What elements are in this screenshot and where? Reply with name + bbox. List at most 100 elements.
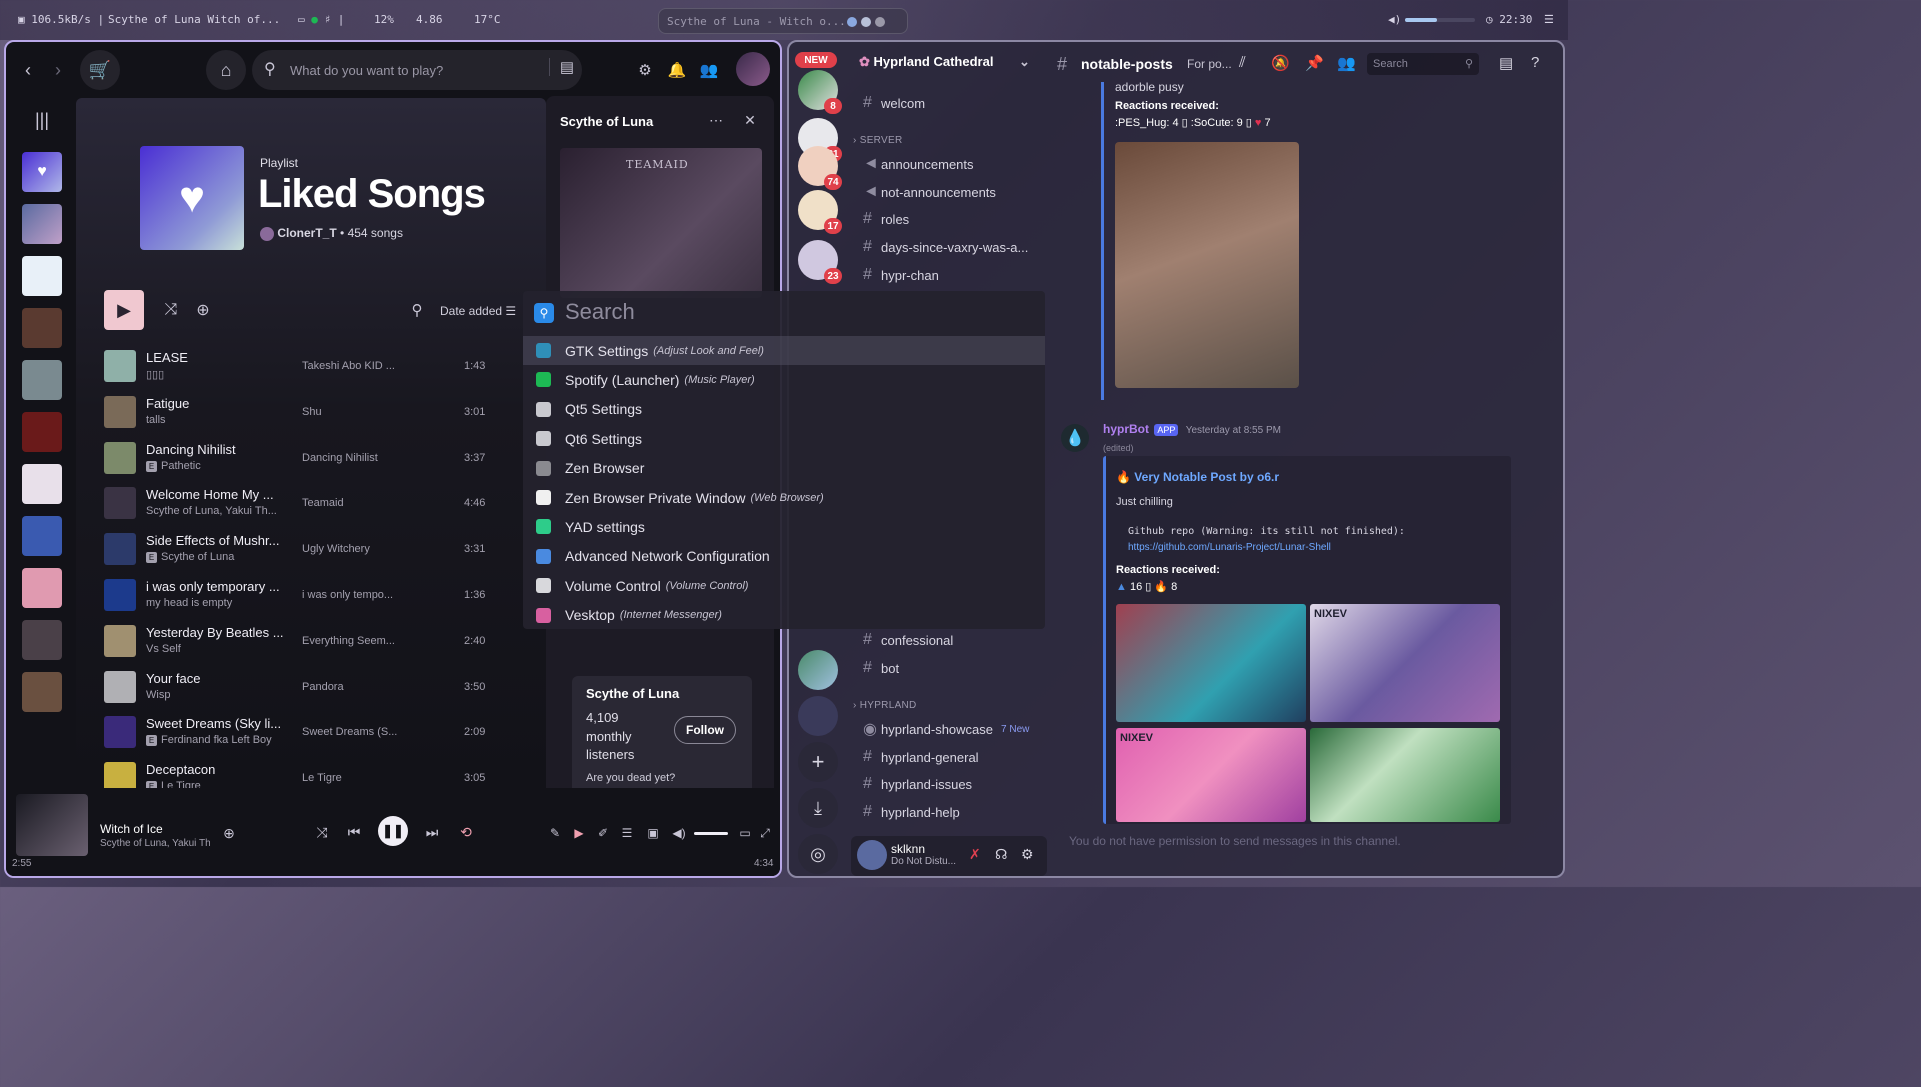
follow-button[interactable]: Follow (674, 716, 736, 744)
launcher-search-input[interactable]: Search (565, 299, 1035, 325)
menu-icon[interactable]: ☰ (1544, 13, 1554, 26)
lyrics-icon[interactable]: ✎ (546, 824, 564, 842)
bell-icon[interactable]: 🔔 (666, 58, 688, 82)
channel-confessional[interactable]: # confessional (851, 627, 1041, 653)
track-name[interactable]: Yesterday By Beatles ... (146, 625, 326, 640)
channel-hyprland-showcase[interactable]: ◉ hyprland-showcase 7 New (851, 716, 1041, 742)
tray-icons[interactable]: ▭ ● ♯ | (298, 13, 344, 26)
track-album[interactable]: Shu (302, 406, 322, 418)
search-input[interactable]: ⚲ What do you want to play? ▤ (252, 50, 582, 90)
cat-image[interactable] (1115, 142, 1299, 388)
server-icon[interactable] (798, 650, 838, 690)
notifications-muted-icon[interactable]: 🔕 (1271, 54, 1290, 72)
download-icon[interactable]: ⊕ (192, 298, 214, 322)
track-row[interactable]: LEASE ▯▯▯ Takeshi Abo KID ... 1:43 (104, 344, 544, 388)
track-row[interactable]: Dancing Nihilist E Pathetic Dancing Nihilis… (104, 436, 544, 480)
devices-icon[interactable]: ▣ (644, 824, 662, 842)
inbox-icon[interactable]: ▤ (1499, 54, 1513, 72)
track-artist[interactable]: Wisp (146, 689, 326, 701)
track-name[interactable]: Welcome Home My ... (146, 487, 326, 502)
track-artist[interactable]: talls (146, 414, 326, 426)
channel-not-announcements[interactable]: ◄ not-announcements (851, 179, 1041, 205)
track-title[interactable]: Witch of Ice (100, 822, 163, 836)
search-icon[interactable]: ⚲ (406, 298, 428, 322)
track-artist[interactable]: Scythe of Luna, Yakui Th (100, 838, 210, 849)
track-artist[interactable]: my head is empty (146, 597, 326, 609)
track-album[interactable]: Sweet Dreams (S... (302, 726, 397, 738)
more-icon[interactable]: ⋯ (706, 110, 726, 130)
track-artist[interactable]: Scythe of Luna, Yakui Th... (146, 505, 326, 517)
track-name[interactable]: Fatigue (146, 396, 326, 411)
next-icon[interactable]: ⏭ (422, 822, 442, 842)
embed-title[interactable]: 🔥 Very Notable Post by o6.r (1116, 470, 1279, 484)
track-row[interactable]: Side Effects of Mushr... E Scythe of Luna U… (104, 527, 544, 571)
category-hyprland[interactable]: › HYPRLAND (853, 700, 917, 711)
chevron-down-icon[interactable]: ⌄ (1019, 54, 1030, 70)
channel-topic[interactable]: For po... (1187, 57, 1232, 71)
track-name[interactable]: i was only temporary ... (146, 579, 326, 594)
category-server[interactable]: › SERVER (853, 135, 902, 146)
sidebar-item-playlist[interactable] (22, 256, 62, 296)
launcher-item[interactable]: GTK Settings (Adjust Look and Feel) (523, 336, 1045, 365)
sidebar-item-playlist[interactable] (22, 620, 62, 660)
members-icon[interactable]: 👥 (1337, 54, 1356, 72)
track-row[interactable]: Welcome Home My ... Scythe of Luna, Yakui… (104, 481, 544, 525)
track-artist[interactable]: E Scythe of Luna (146, 551, 326, 564)
channel-hyprland-help[interactable]: # hyprland-help (851, 799, 1041, 825)
repo-link[interactable]: https://github.com/Lunaris-Project/Lunar… (1128, 542, 1331, 553)
screenshot-thumb[interactable] (1310, 728, 1500, 822)
workspace-dot[interactable] (847, 17, 857, 27)
workspace-dot[interactable] (875, 17, 885, 27)
pin-icon[interactable]: 📌 (1305, 54, 1324, 72)
channel-roles[interactable]: # roles (851, 206, 1041, 232)
volume-icon[interactable]: ◀) (1388, 13, 1401, 26)
threads-icon[interactable]: ⫽ (1239, 54, 1246, 71)
headset-icon[interactable]: ☊ (995, 846, 1007, 863)
sidebar-item-playlist[interactable] (22, 308, 62, 348)
screenshot-thumb[interactable]: NIXEV (1310, 604, 1500, 722)
avatar[interactable] (857, 840, 887, 870)
miniplayer-icon[interactable]: ▭ (736, 824, 754, 842)
launcher-item[interactable]: YAD settings (523, 512, 1045, 541)
back-arrow-icon[interactable]: ‹ (18, 58, 38, 82)
now-playing-art[interactable] (16, 794, 88, 856)
launcher-item[interactable]: Volume Control (Volume Control) (523, 571, 1045, 600)
active-window-title[interactable]: Scythe of Luna - Witch o... (658, 8, 908, 34)
track-artist[interactable]: Vs Self (146, 643, 326, 655)
server-icon[interactable] (798, 696, 838, 736)
channel-bot[interactable]: # bot (851, 655, 1041, 681)
username[interactable]: sklknn (891, 842, 925, 856)
browse-icon[interactable]: ▤ (548, 58, 574, 76)
server-icon[interactable]: 8 (798, 70, 842, 114)
sidebar-item-playlist[interactable] (22, 412, 62, 452)
server-icon[interactable]: 23 (798, 240, 842, 284)
launcher-item[interactable]: Spotify (Launcher) (Music Player) (523, 365, 1045, 394)
sidebar-item-playlist[interactable] (22, 360, 62, 400)
launcher-item[interactable]: Zen Browser Private Window (Web Browser) (523, 483, 1045, 512)
pencil-icon[interactable]: ✐ (594, 824, 612, 842)
volume-icon[interactable]: ◀) (670, 824, 688, 842)
sidebar-item-liked-songs[interactable]: ♥ (22, 152, 62, 192)
track-name[interactable]: Side Effects of Mushr... (146, 533, 326, 548)
track-album[interactable]: Ugly Witchery (302, 543, 370, 555)
sort-button[interactable]: Date added ☰ (440, 304, 516, 318)
close-icon[interactable]: ✕ (740, 110, 760, 130)
workspace-dot[interactable] (861, 17, 871, 27)
launcher-item[interactable]: Qt6 Settings (523, 424, 1045, 453)
help-icon[interactable]: ? (1531, 54, 1539, 71)
gear-icon[interactable]: ⚙ (634, 58, 656, 82)
launcher-item[interactable]: Qt5 Settings (523, 395, 1045, 424)
track-row[interactable]: Sweet Dreams (Sky li... E Ferdinand fka Le… (104, 710, 544, 754)
bot-avatar[interactable]: 💧 (1061, 424, 1089, 452)
screenshot-thumb[interactable]: NIXEV (1116, 728, 1306, 822)
fullscreen-icon[interactable]: ⤢ (756, 824, 774, 842)
search-input[interactable]: Search ⚲ (1367, 53, 1479, 75)
track-artist[interactable]: E Ferdinand fka Left Boy (146, 734, 326, 747)
download-icon[interactable]: ⤓ (798, 788, 838, 828)
track-artist[interactable]: E Le Tigre (146, 780, 326, 788)
gear-icon[interactable]: ⚙ (1021, 846, 1034, 863)
author-name[interactable]: hyprBot (1103, 422, 1149, 436)
pause-button[interactable]: ❚❚ (378, 816, 408, 846)
channel-announcements[interactable]: ◄ announcements (851, 151, 1041, 177)
track-album[interactable]: Pandora (302, 681, 344, 693)
